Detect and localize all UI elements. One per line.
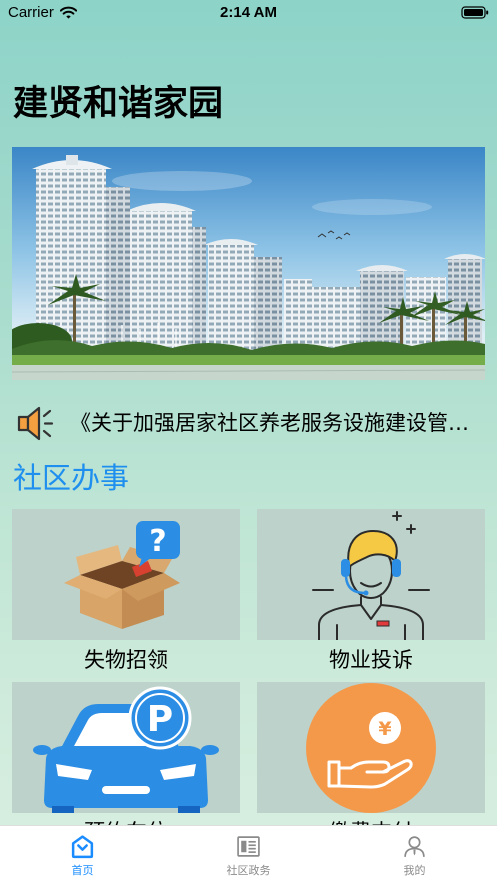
page-title: 建贤和谐家园 <box>13 84 224 124</box>
svg-text:P: P <box>147 699 173 740</box>
parking-car-icon: P <box>33 686 219 813</box>
tab-profile[interactable]: 我的 <box>332 826 497 883</box>
service-tile-lost-found[interactable]: ? <box>12 509 240 640</box>
speaker-icon <box>17 406 54 441</box>
customer-service-agent-icon <box>312 511 430 640</box>
tab-home[interactable]: 首页 <box>0 826 165 883</box>
service-label-lost-found[interactable]: 失物招领 <box>12 640 240 680</box>
status-bar: Carrier 2:14 AM <box>0 0 497 24</box>
question-box-icon: ? <box>64 521 180 629</box>
service-tile-payment[interactable]: ¥ <box>257 682 485 813</box>
banner-image[interactable] <box>12 147 485 380</box>
service-label-complaint[interactable]: 物业投诉 <box>257 640 485 680</box>
home-icon <box>71 835 94 859</box>
svg-text:¥: ¥ <box>378 718 391 740</box>
tab-community-affairs[interactable]: 社区政务 <box>166 826 331 883</box>
notice-bar[interactable]: 《关于加强居家社区养老服务设施建设管… <box>14 398 486 448</box>
residential-towers-photo <box>12 147 485 380</box>
hand-coin-icon: ¥ <box>306 683 436 813</box>
tab-bar: 首页 社区政务 我的 <box>0 825 497 883</box>
clock: 2:14 AM <box>220 4 277 21</box>
tab-profile-label: 我的 <box>403 864 426 877</box>
service-tile-complaint[interactable] <box>257 509 485 640</box>
section-title: 社区办事 <box>13 461 130 495</box>
battery-icon <box>461 6 489 19</box>
svg-text:?: ? <box>149 524 166 559</box>
tab-community-affairs-label: 社区政务 <box>226 864 271 877</box>
notice-text[interactable]: 《关于加强居家社区养老服务设施建设管… <box>70 409 484 437</box>
profile-icon <box>404 836 425 857</box>
newspaper-icon <box>237 836 260 857</box>
tab-home-label: 首页 <box>71 864 94 877</box>
service-tile-parking[interactable]: P <box>12 682 240 813</box>
